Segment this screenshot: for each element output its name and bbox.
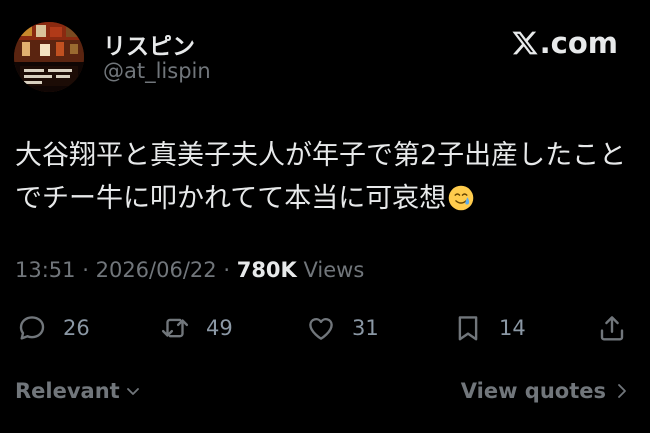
x-brand-logo: .com: [511, 26, 618, 60]
reply-icon: [19, 316, 45, 340]
views-count[interactable]: 780K: [237, 258, 297, 282]
avatar-pixel-art: [14, 22, 84, 92]
view-quotes-label: View quotes: [460, 379, 606, 403]
bookmark-count: 14: [499, 316, 526, 340]
tweet-meta: 13:51 · 2026/06/22 · 780K Views: [15, 258, 364, 282]
smiling-face-with-tear-emoji: [448, 185, 474, 211]
like-button[interactable]: 31: [306, 310, 379, 346]
tweet-text: 大谷翔平と真美子夫人が年子で第2子出産したこと でチー牛に叩かれてて本当に可哀想: [15, 134, 640, 220]
author-handle[interactable]: @at_lispin: [103, 59, 211, 83]
sort-label: Relevant: [15, 379, 120, 403]
meta-separator: ·: [82, 258, 89, 282]
x-logo-text: .com: [539, 26, 618, 60]
share-icon: [600, 316, 624, 341]
repost-button[interactable]: 49: [160, 310, 233, 346]
bookmark-button[interactable]: 14: [453, 310, 526, 346]
chevron-right-icon: [618, 384, 626, 398]
tweet-text-line-2: でチー牛に叩かれてて本当に可哀想: [15, 177, 640, 220]
reply-button[interactable]: 26: [17, 310, 90, 346]
x-logo-icon: [512, 31, 538, 55]
avatar[interactable]: [14, 22, 84, 92]
action-bar: 26 49 31 14: [0, 310, 650, 346]
tweet-date[interactable]: 2026/06/22: [96, 258, 217, 282]
like-count: 31: [352, 316, 379, 340]
replies-header: Relevant View quotes: [0, 377, 650, 411]
repost-icon: [161, 318, 189, 338]
share-button[interactable]: [597, 310, 627, 346]
tweet-time[interactable]: 13:51: [15, 258, 76, 282]
views-label[interactable]: Views: [304, 258, 365, 282]
heart-icon: [309, 318, 333, 340]
view-quotes-link[interactable]: View quotes: [461, 379, 629, 403]
meta-separator: ·: [223, 258, 231, 282]
bookmark-icon: [458, 316, 478, 341]
sort-dropdown[interactable]: Relevant: [15, 379, 141, 403]
repost-count: 49: [206, 316, 233, 340]
tweet-text-line-2-content: でチー牛に叩かれてて本当に可哀想: [15, 183, 447, 214]
chevron-down-icon: [126, 388, 139, 395]
tweet-text-line-1: 大谷翔平と真美子夫人が年子で第2子出産したこと: [15, 140, 627, 171]
author-display-name[interactable]: リスピン: [103, 27, 195, 61]
reply-count: 26: [63, 316, 90, 340]
